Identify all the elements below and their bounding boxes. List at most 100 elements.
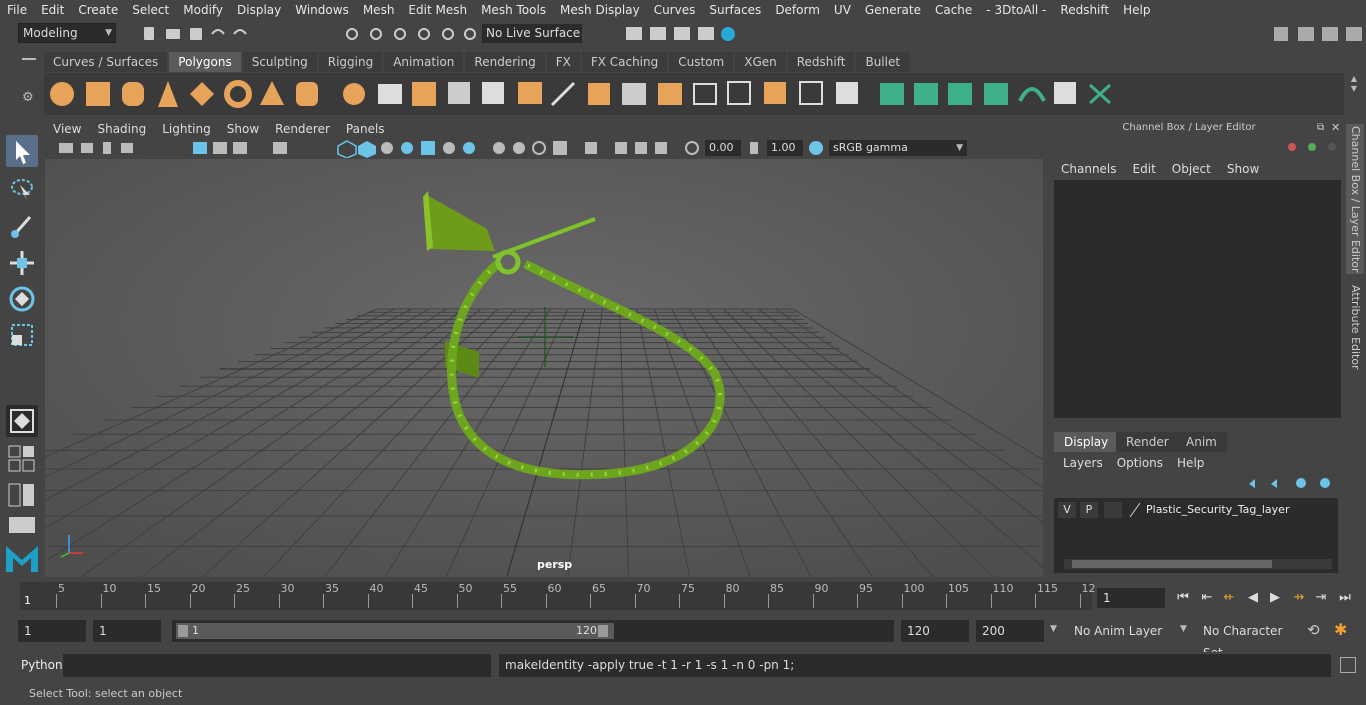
layer-playback-toggle[interactable]: P [1080,502,1098,518]
shelf-tab-rendering[interactable]: Rendering [465,52,545,72]
layer-row[interactable]: V P Plastic_Security_Tag_layer [1058,502,1330,520]
live-surface-field[interactable]: No Live Surface [482,24,582,43]
animation-prefs-icon[interactable]: ✱ [1334,620,1347,639]
go-to-end-icon[interactable]: ⏭ [1336,589,1354,607]
paint-select-tool-icon[interactable] [6,209,38,241]
layer-scrollbar-thumb[interactable] [1072,560,1272,568]
menu-help[interactable]: Help [1116,0,1157,20]
viewport-menu-show[interactable]: Show [219,120,267,138]
play-forward-icon[interactable]: ▶ [1266,589,1284,607]
go-to-start-icon[interactable]: ⏮ [1174,589,1192,607]
step-forward-frame-icon[interactable]: ⇸ [1290,589,1308,607]
shelf-tab-animation[interactable]: Animation [384,52,464,72]
menu-surfaces[interactable]: Surfaces [702,0,768,20]
anim-layer-select[interactable]: No Anim Layer [1068,620,1172,642]
channel-box-side-tab[interactable]: Channel Box / Layer Editor [1346,124,1364,274]
shelf-tab-xgen[interactable]: XGen [735,52,786,72]
viewport-menu-lighting[interactable]: Lighting [154,120,219,138]
play-backward-icon[interactable]: ◀ [1244,589,1262,607]
select-tool-icon[interactable] [6,135,38,167]
scale-tool-icon[interactable] [6,319,38,351]
menu-edit-mesh[interactable]: Edit Mesh [401,0,474,20]
channel-list[interactable] [1054,180,1341,418]
shelf-tab-fx-caching[interactable]: FX Caching [581,52,668,72]
time-slider[interactable]: 5 10 15 20 25 30 35 40 45 50 55 60 65 70 75 80 85 90 95 100… [20,582,1096,610]
range-slider-handle[interactable] [176,623,614,639]
shelf-tab-sculpting[interactable]: Sculpting [242,52,317,72]
menu-file[interactable]: File [0,0,34,20]
move-tool-icon[interactable] [6,247,38,279]
animation-start-field[interactable]: 1 [18,620,86,642]
layer-tab-render[interactable]: Render [1116,432,1179,452]
script-editor-icon[interactable] [1340,657,1356,673]
shelf-tab-curves-surfaces[interactable]: Curves / Surfaces [44,52,168,72]
attribute-editor-side-tab[interactable]: Attribute Editor [1346,284,1364,370]
animation-end-field[interactable]: 200 [976,620,1044,642]
command-input[interactable] [63,654,491,677]
shelf-settings-gear-icon[interactable]: ⚙ [22,90,34,105]
channel-box-menu-object[interactable]: Object [1172,162,1211,176]
menu-3dtoall[interactable]: - 3DtoAll - [979,0,1053,20]
layer-type-toggle[interactable] [1104,502,1122,518]
chevron-down-icon[interactable]: ▼ [1180,624,1187,634]
shelf-menu-icon[interactable] [22,58,36,60]
step-forward-key-icon[interactable]: ⇥ [1312,589,1330,607]
layout-outliner-icon[interactable] [8,483,36,507]
menu-mesh[interactable]: Mesh [356,0,402,20]
range-slider-end-knob-icon[interactable] [598,625,608,637]
lasso-tool-icon[interactable] [6,173,38,205]
close-panel-icon[interactable]: ✕ [1331,121,1340,134]
layout-quad-icon[interactable] [8,445,36,473]
layer-menu-help[interactable]: Help [1177,456,1204,470]
menu-select[interactable]: Select [125,0,176,20]
mode-select[interactable]: Modeling ▼ [18,23,116,43]
chevron-down-icon[interactable]: ▼ [1050,624,1057,634]
playback-start-field[interactable]: 1 [93,620,161,642]
menu-cache[interactable]: Cache [928,0,979,20]
layer-menu-options[interactable]: Options [1117,456,1163,470]
menu-generate[interactable]: Generate [858,0,928,20]
channel-box-menu-channels[interactable]: Channels [1061,162,1117,176]
menu-curves[interactable]: Curves [647,0,703,20]
layer-tab-anim[interactable]: Anim [1176,432,1227,452]
step-back-frame-icon[interactable]: ⇷ [1220,589,1238,607]
command-language-label[interactable]: Python [21,658,63,672]
menu-mesh-tools[interactable]: Mesh Tools [474,0,553,20]
color-space-select[interactable]: sRGB gamma ▼ [829,140,967,156]
menu-modify[interactable]: Modify [176,0,230,20]
shelf-tab-redshift[interactable]: Redshift [787,52,855,72]
shelf-tab-bullet[interactable]: Bullet [856,52,910,72]
layout-single-icon[interactable] [8,516,36,534]
last-tool-icon[interactable] [6,405,38,437]
menu-create[interactable]: Create [71,0,125,20]
menu-mesh-display[interactable]: Mesh Display [553,0,647,20]
layer-tab-display[interactable]: Display [1054,432,1119,452]
shelf-tab-fx[interactable]: FX [546,52,580,72]
viewport-menu-view[interactable]: View [45,120,89,138]
current-frame-field[interactable]: 1 [1097,588,1165,608]
channel-box-menu-show[interactable]: Show [1227,162,1259,176]
range-slider[interactable]: 1 120 [172,620,894,642]
menu-deform[interactable]: Deform [768,0,827,20]
layer-visibility-toggle[interactable]: V [1058,502,1076,518]
character-set-select[interactable]: No Character Set [1197,620,1297,660]
rotate-tool-icon[interactable] [6,283,38,315]
gamma-field[interactable]: 1.00 [767,140,803,156]
range-slider-start-knob-icon[interactable] [178,625,188,637]
channel-box-menu-edit[interactable]: Edit [1133,162,1156,176]
menu-windows[interactable]: Windows [288,0,356,20]
menu-redshift[interactable]: Redshift [1053,0,1116,20]
exposure-field[interactable]: 0.00 [705,140,741,156]
float-panel-icon[interactable]: ⧉ [1317,122,1324,133]
shelf-tab-polygons[interactable]: Polygons [169,52,241,72]
menu-display[interactable]: Display [230,0,288,20]
layer-color-swatch-icon[interactable] [1128,502,1142,518]
viewport-menu-panels[interactable]: Panels [338,120,393,138]
auto-key-icon[interactable]: ⟲ [1307,621,1320,639]
layer-scrollbar[interactable] [1064,559,1332,569]
shelf-tab-custom[interactable]: Custom [669,52,734,72]
step-back-key-icon[interactable]: ⇤ [1198,589,1216,607]
shelf-tab-rigging[interactable]: Rigging [318,52,383,72]
playback-end-field[interactable]: 120 [901,620,969,642]
menu-edit[interactable]: Edit [34,0,71,20]
